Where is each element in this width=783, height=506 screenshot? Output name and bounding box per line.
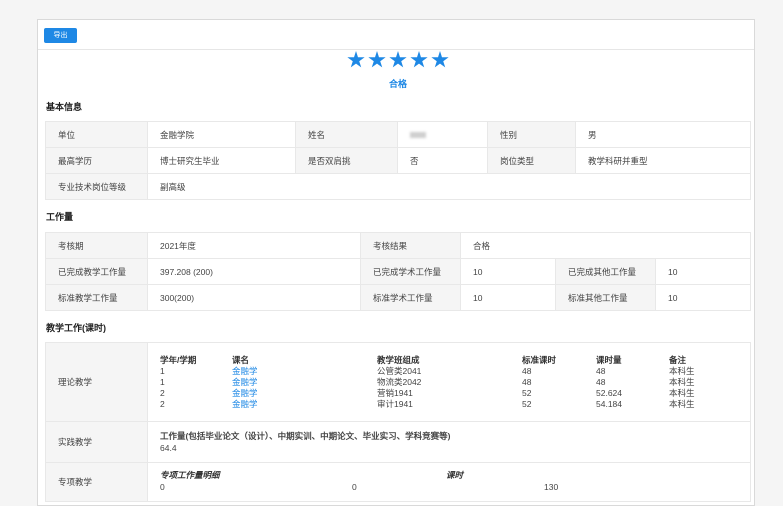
redacted-name [410,132,426,139]
unit-value: 金融学院 [147,121,296,148]
row-std-hours: 52 [522,398,532,409]
course-link[interactable]: 金融学 [232,377,377,388]
col-header-course: 课名 [232,354,250,365]
theory-label: 理论教学 [45,342,148,422]
col-header-note: 备注 [669,354,687,365]
row-term: 2 [160,398,165,409]
section-title-teaching: 教学工作(课时) [46,323,106,333]
name-label: 姓名 [295,121,398,148]
dual-role-label: 是否双肩挑 [295,147,398,174]
course-link[interactable]: 金融学 [232,399,377,410]
workload-table: 考核期 2021年度 考核结果 合格 已完成教学工作量 397.208 (200… [45,232,752,311]
row-hours: 48 [596,365,606,376]
unit-label: 单位 [45,121,148,148]
special-detail-header: 专项工作量明细 [160,470,220,480]
degree-value: 博士研究生毕业 [147,147,296,174]
row-note: 本科生 [669,398,695,409]
col-header-class: 教学班组成 [377,354,420,365]
period-label: 考核期 [45,232,148,259]
row-note: 本科生 [669,365,695,376]
section-title-workload: 工作量 [46,212,74,222]
theory-cell: 学年/学期 课名 教学班组成 标准课时 课时量 备注 1 金融学 公管类2041… [147,342,751,422]
post-type-value: 教学科研并重型 [575,147,751,174]
practice-label: 实践教学 [45,421,148,463]
row-std-hours: 48 [522,365,532,376]
done-academic-label: 已完成学术工作量 [360,258,461,285]
std-other-label: 标准其他工作量 [555,284,656,311]
row-note: 本科生 [669,376,695,387]
practice-cell: 工作量(包括毕业论文（设计）、中期实训、中期论文、毕业实习、学科竞赛等) 64.… [147,421,751,463]
row-class: 公管类2041 [377,365,422,376]
col-header-term: 学年/学期 [160,354,197,365]
row-term: 2 [160,387,165,398]
special-label: 专项教学 [45,462,148,502]
export-button[interactable]: 导出 [44,28,77,43]
std-academic-label: 标准学术工作量 [360,284,461,311]
teaching-table: 理论教学 学年/学期 课名 教学班组成 标准课时 课时量 备注 1 金融学 公管… [45,342,751,502]
special-hours-header: 课时 [446,470,464,480]
std-academic-value: 10 [460,284,556,311]
post-type-label: 岗位类型 [487,147,576,174]
star-icon [389,51,407,68]
col-header-hours: 课时量 [596,354,622,365]
post-grade-value: 副高级 [147,173,751,200]
special-content: 专项工作量明细 课时 0 0 130 [160,469,738,495]
result-value: 合格 [459,232,752,259]
name-value [397,121,488,148]
special-mid-value: 0 [352,482,357,492]
special-detail-value: 0 [160,482,165,492]
row-class: 物流类2042 [377,376,422,387]
gender-label: 性别 [487,121,576,148]
section-title-basic: 基本信息 [46,102,83,112]
practice-header: 工作量(包括毕业论文（设计）、中期实训、中期论文、毕业实习、学科竞赛等) [160,431,451,441]
row-hours: 52.624 [596,387,622,398]
done-teaching-label: 已完成教学工作量 [45,258,148,285]
special-cell: 专项工作量明细 课时 0 0 130 [147,462,751,502]
result-label: 考核结果 [360,232,461,259]
rating-stars [338,51,458,71]
period-value: 2021年度 [147,232,361,259]
star-icon [431,51,449,68]
rating-label: 合格 [388,79,407,89]
theory-course-list: 学年/学期 课名 教学班组成 标准课时 课时量 备注 1 金融学 公管类2041… [160,355,738,410]
course-link[interactable]: 金融学 [232,388,377,399]
done-teaching-value: 397.208 (200) [147,258,361,285]
basic-info-table: 单位 金融学院 姓名 性别 男 最高学历 博士研究生毕业 是否双肩挑 否 岗位类… [45,121,751,200]
col-header-std-hours: 标准课时 [522,354,557,365]
gender-value: 男 [575,121,751,148]
special-hours-value: 130 [544,482,559,492]
post-grade-label: 专业技术岗位等级 [45,173,148,200]
std-teaching-label: 标准教学工作量 [45,284,148,311]
assessment-panel: 导出 合格 基本信息 单位 金融学院 姓名 性别 男 最高学历 博士研究生毕业 … [37,19,755,506]
degree-label: 最高学历 [45,147,148,174]
star-icon [410,51,428,68]
done-other-value: 10 [654,258,752,285]
row-note: 本科生 [669,387,695,398]
course-link[interactable]: 金融学 [232,366,377,377]
row-term: 1 [160,376,165,387]
dual-role-value: 否 [397,147,488,174]
std-teaching-value: 300(200) [147,284,361,311]
row-class: 营销1941 [377,387,413,398]
row-hours: 54.184 [596,398,622,409]
star-icon [347,51,365,68]
practice-value: 64.4 [160,443,177,453]
row-hours: 48 [596,376,606,387]
row-std-hours: 52 [522,387,532,398]
done-other-label: 已完成其他工作量 [555,258,656,285]
row-std-hours: 48 [522,376,532,387]
header-divider [38,49,754,50]
std-other-value: 10 [654,284,752,311]
star-icon [368,51,386,68]
row-term: 1 [160,365,165,376]
done-academic-value: 10 [460,258,556,285]
row-class: 审计1941 [377,398,413,409]
